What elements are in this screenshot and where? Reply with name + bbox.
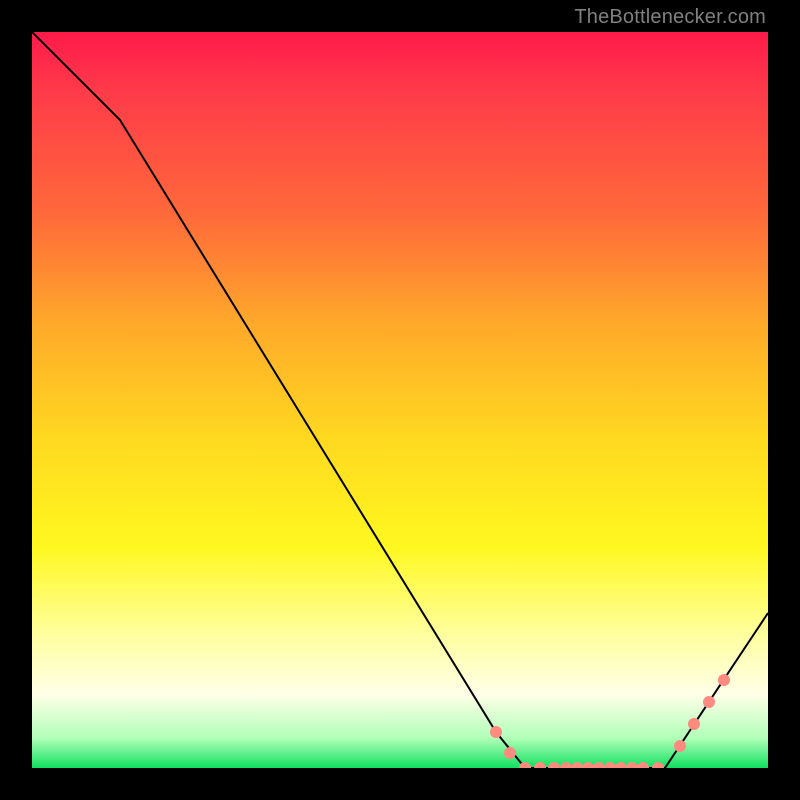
- plot-area: [32, 32, 768, 768]
- marker-dots: [490, 674, 730, 768]
- chart-svg: [32, 32, 768, 768]
- chart-container: TheBottlenecker.com: [0, 0, 800, 800]
- curve-line: [32, 32, 768, 768]
- watermark-text: TheBottlenecker.com: [574, 6, 766, 29]
